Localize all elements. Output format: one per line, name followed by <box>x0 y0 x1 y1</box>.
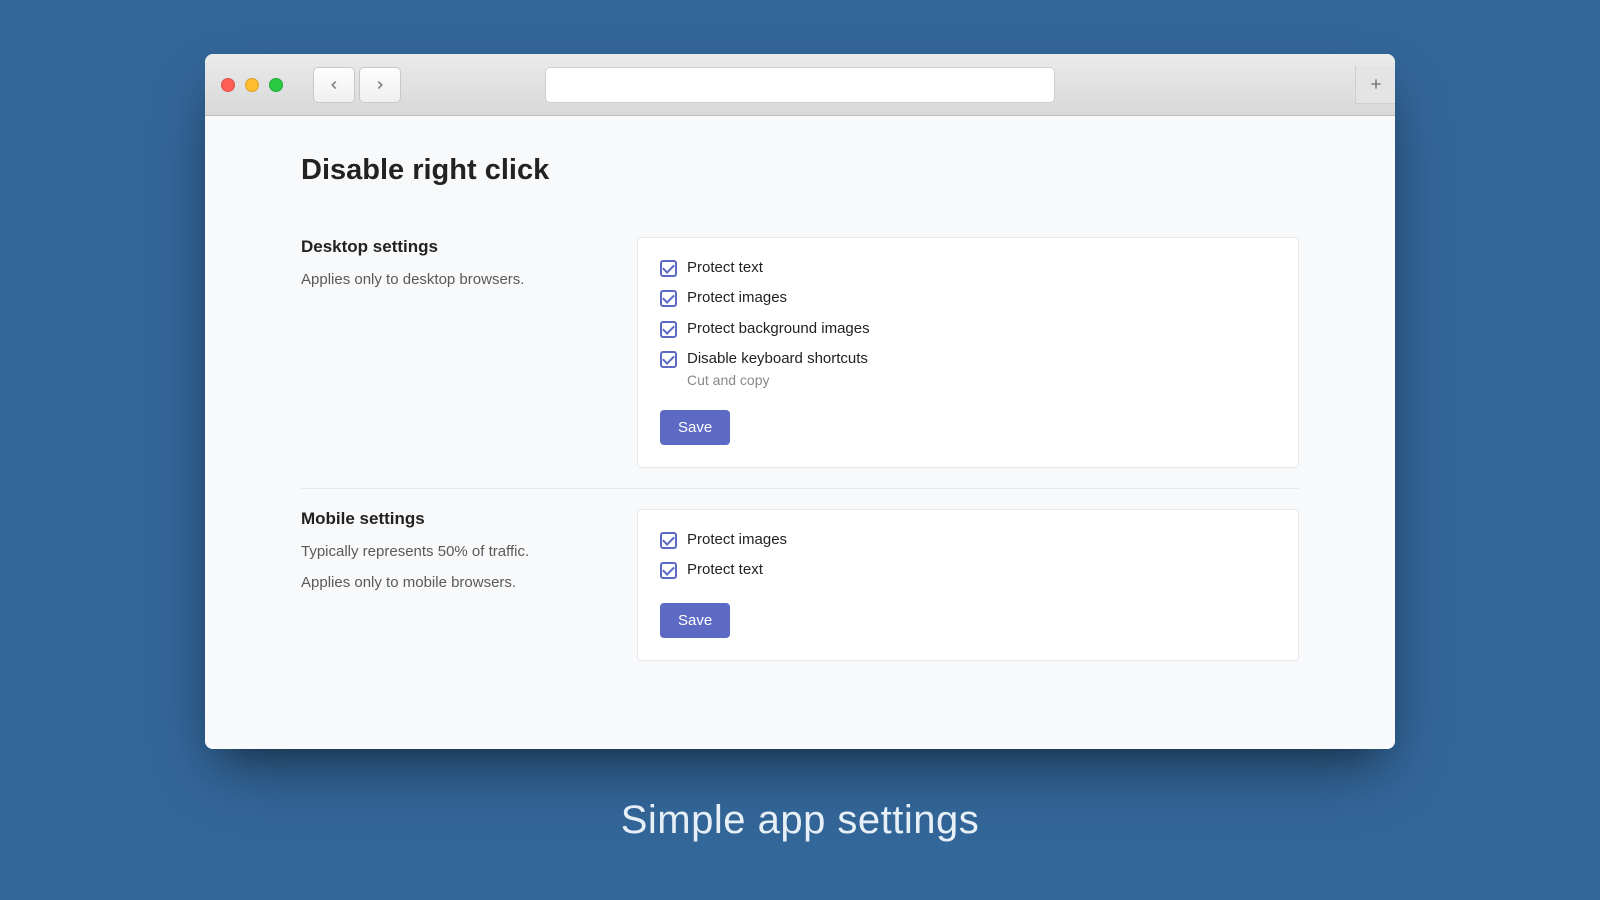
mobile-settings-aside: Mobile settings Typically represents 50%… <box>301 509 601 661</box>
checkbox-row: Disable keyboard shortcuts Cut and copy <box>660 349 1276 388</box>
mobile-settings-section: Mobile settings Typically represents 50%… <box>301 488 1299 681</box>
checkbox-row: Protect background images <box>660 319 1276 339</box>
desktop-settings-card: Protect text Protect images Protect back… <box>637 237 1299 468</box>
page-title: Disable right click <box>301 154 1299 187</box>
mobile-settings-description-1: Typically represents 50% of traffic. <box>301 541 601 562</box>
new-tab-button[interactable] <box>1355 66 1395 104</box>
chevron-right-icon <box>373 78 387 92</box>
checkbox-row: Protect text <box>660 560 1276 580</box>
checkbox-hint: Cut and copy <box>687 372 868 388</box>
checkbox-row: Protect images <box>660 530 1276 550</box>
protect-background-images-checkbox[interactable] <box>660 321 677 338</box>
checkbox-label: Protect text <box>687 258 763 278</box>
protect-text-checkbox[interactable] <box>660 260 677 277</box>
image-caption: Simple app settings <box>0 798 1600 843</box>
window-minimize-button[interactable] <box>245 78 259 92</box>
checkbox-label: Protect images <box>687 530 787 550</box>
browser-window: Disable right click Desktop settings App… <box>205 54 1395 749</box>
checkbox-label: Protect images <box>687 288 787 308</box>
mobile-protect-text-checkbox[interactable] <box>660 562 677 579</box>
forward-button[interactable] <box>359 67 401 103</box>
url-bar[interactable] <box>545 67 1055 103</box>
mobile-save-button[interactable]: Save <box>660 603 730 638</box>
window-zoom-button[interactable] <box>269 78 283 92</box>
back-button[interactable] <box>313 67 355 103</box>
checkbox-row: Protect text <box>660 258 1276 278</box>
mobile-settings-heading: Mobile settings <box>301 509 601 529</box>
mobile-settings-card: Protect images Protect text Save <box>637 509 1299 661</box>
traffic-lights <box>221 78 283 92</box>
desktop-settings-aside: Desktop settings Applies only to desktop… <box>301 237 601 468</box>
mobile-protect-images-checkbox[interactable] <box>660 532 677 549</box>
checkbox-row: Protect images <box>660 288 1276 308</box>
plus-icon <box>1368 76 1384 92</box>
protect-images-checkbox[interactable] <box>660 290 677 307</box>
checkbox-label: Protect text <box>687 560 763 580</box>
window-close-button[interactable] <box>221 78 235 92</box>
chevron-left-icon <box>327 78 341 92</box>
checkbox-label: Protect background images <box>687 319 870 339</box>
desktop-settings-description: Applies only to desktop browsers. <box>301 269 601 290</box>
mobile-settings-description-2: Applies only to mobile browsers. <box>301 572 601 593</box>
nav-buttons <box>313 67 401 103</box>
checkbox-label: Disable keyboard shortcuts <box>687 349 868 369</box>
content-area: Disable right click Desktop settings App… <box>205 116 1395 749</box>
desktop-save-button[interactable]: Save <box>660 410 730 445</box>
desktop-settings-heading: Desktop settings <box>301 237 601 257</box>
desktop-settings-section: Desktop settings Applies only to desktop… <box>301 237 1299 488</box>
titlebar <box>205 54 1395 116</box>
disable-keyboard-shortcuts-checkbox[interactable] <box>660 351 677 368</box>
